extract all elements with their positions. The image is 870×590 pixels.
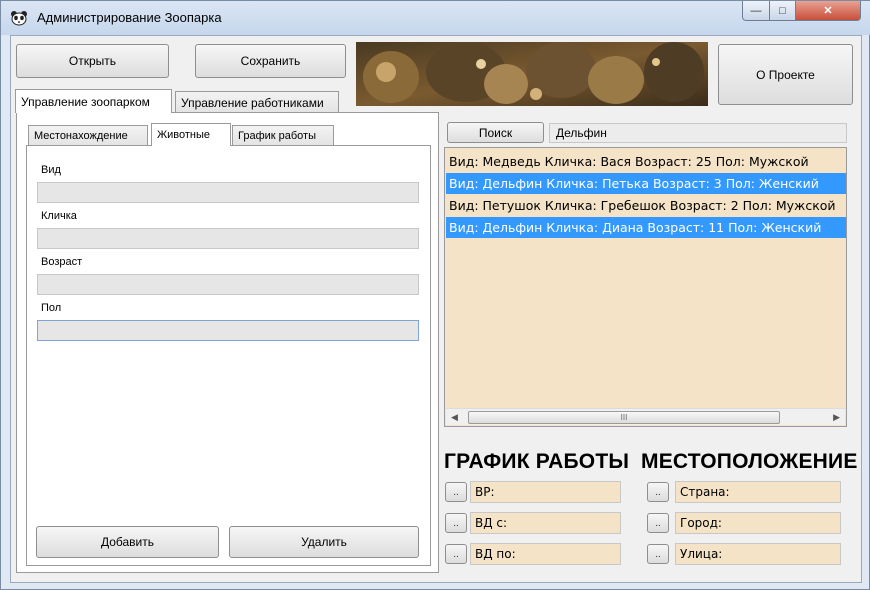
animal-list[interactable]: Вид: Медведь Кличка: Вася Возраст: 25 По… bbox=[444, 147, 847, 427]
panda-icon bbox=[10, 10, 28, 26]
schedule-picker-button[interactable]: .. bbox=[445, 544, 467, 564]
banner-image bbox=[356, 42, 708, 106]
delete-animal-button[interactable]: Удалить bbox=[229, 526, 419, 558]
scroll-right-icon[interactable]: ▶ bbox=[833, 412, 840, 423]
species-label: Вид bbox=[41, 164, 61, 176]
nickname-input[interactable] bbox=[37, 228, 419, 249]
close-button[interactable]: ✕ bbox=[795, 1, 861, 21]
sex-input[interactable] bbox=[37, 320, 419, 341]
list-item[interactable]: Вид: Медведь Кличка: Вася Возраст: 25 По… bbox=[446, 151, 846, 172]
search-input[interactable]: Дельфин bbox=[549, 123, 847, 143]
schedule-picker-button[interactable]: .. bbox=[445, 482, 467, 502]
schedule-title: ГРАФИК РАБОТЫ bbox=[444, 450, 630, 473]
workday-to-field: ВД по: bbox=[470, 543, 621, 565]
nickname-label: Кличка bbox=[41, 210, 77, 222]
animals-panel bbox=[26, 145, 431, 566]
tab-zoo-management[interactable]: Управление зоопарком bbox=[15, 89, 172, 113]
window-title: Администрирование Зоопарка bbox=[37, 10, 222, 25]
tab-animals[interactable]: Животные bbox=[151, 123, 231, 146]
species-input[interactable] bbox=[37, 182, 419, 203]
location-picker-button[interactable]: .. bbox=[647, 544, 669, 564]
location-picker-button[interactable]: .. bbox=[647, 513, 669, 533]
search-button[interactable]: Поиск bbox=[447, 122, 544, 143]
open-button[interactable]: Открыть bbox=[16, 44, 169, 78]
title-bar: Администрирование Зоопарка — □ ✕ bbox=[1, 1, 870, 35]
location-title: МЕСТОПОЛОЖЕНИЕ bbox=[641, 450, 858, 473]
age-input[interactable] bbox=[37, 274, 419, 295]
tab-location[interactable]: Местонахождение bbox=[28, 125, 148, 146]
list-item[interactable]: Вид: Дельфин Кличка: Петька Возраст: 3 П… bbox=[446, 173, 846, 194]
app-window: Администрирование Зоопарка — □ ✕ Открыть… bbox=[0, 0, 870, 590]
maximize-button[interactable]: □ bbox=[769, 1, 796, 21]
tab-staff-management[interactable]: Управление работниками bbox=[175, 91, 339, 113]
location-picker-button[interactable]: .. bbox=[647, 482, 669, 502]
street-field: Улица: bbox=[675, 543, 841, 565]
minimize-button[interactable]: — bbox=[742, 1, 770, 21]
sex-label: Пол bbox=[41, 302, 62, 314]
scrollbar-thumb[interactable]: III bbox=[468, 411, 780, 424]
about-button[interactable]: О Проекте bbox=[718, 44, 853, 105]
tab-work-schedule[interactable]: График работы bbox=[232, 125, 334, 146]
work-time-field: ВР: bbox=[470, 481, 621, 503]
list-item[interactable]: Вид: Дельфин Кличка: Диана Возраст: 11 П… bbox=[446, 217, 846, 238]
save-button[interactable]: Сохранить bbox=[195, 44, 346, 78]
country-field: Страна: bbox=[675, 481, 841, 503]
city-field: Город: bbox=[675, 512, 841, 534]
workday-from-field: ВД с: bbox=[470, 512, 621, 534]
horizontal-scrollbar[interactable]: ◀ III ▶ bbox=[446, 408, 845, 425]
age-label: Возраст bbox=[41, 256, 83, 268]
scroll-left-icon[interactable]: ◀ bbox=[451, 412, 458, 423]
add-animal-button[interactable]: Добавить bbox=[36, 526, 219, 558]
list-item[interactable]: Вид: Петушок Кличка: Гребешок Возраст: 2… bbox=[446, 195, 846, 216]
schedule-picker-button[interactable]: .. bbox=[445, 513, 467, 533]
